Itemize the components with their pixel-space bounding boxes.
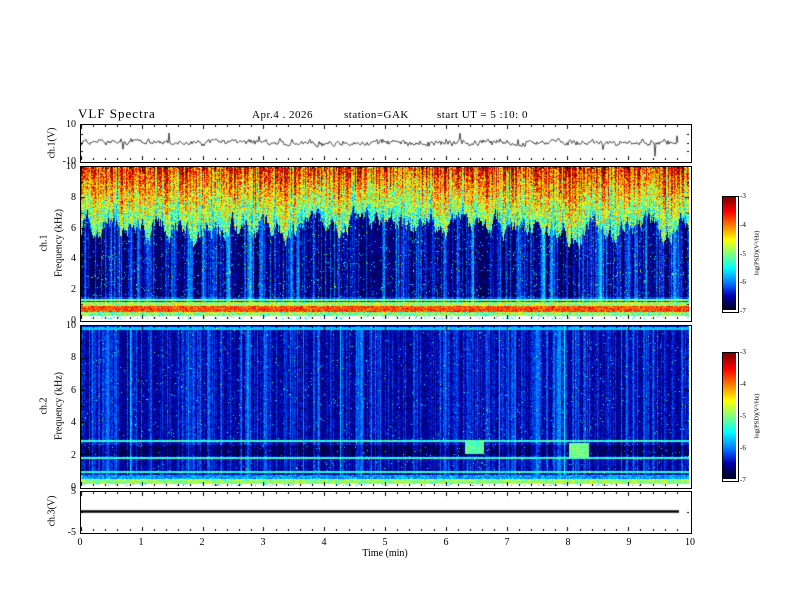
colorbar-ch1	[722, 196, 739, 313]
ch1-waveform-canvas	[81, 125, 689, 160]
colorbar-tick-label: -7	[740, 476, 746, 484]
ch2-spectrogram-ylabel: Frequency (kHz)	[53, 371, 65, 441]
ch1-spectrogram-panel	[80, 166, 692, 322]
header-station: station=GAK	[344, 109, 409, 121]
ch2-spectrogram-y-tick-label: 10	[66, 320, 76, 331]
ch3-waveform-ylabel: ch.3(V)	[46, 495, 58, 527]
x-tick-label: 3	[260, 537, 266, 548]
ch1-waveform-ylabel: ch.1(V)	[46, 127, 58, 159]
ch3-waveform-canvas	[81, 492, 689, 531]
colorbar-ch2	[722, 352, 739, 482]
vlf-spectra-figure: VLF Spectra Apr.4 . 2026 station=GAK sta…	[0, 0, 792, 612]
colorbar-tick-label: -5	[740, 412, 746, 420]
ch1-spectrogram-y-tick-label: 4	[71, 253, 76, 265]
colorbar-tick-label: -3	[740, 348, 746, 356]
ch3-waveform-y-tick-label: -5	[67, 527, 76, 538]
x-tick-label: 10	[685, 537, 695, 548]
header-date: Apr.4 . 2026	[252, 109, 313, 121]
x-tick-label: 1	[138, 537, 144, 548]
x-tick-label: 6	[443, 537, 449, 548]
ch2-spectrogram-y-tick-label: 8	[71, 352, 76, 364]
ch3-waveform-panel	[80, 491, 692, 534]
x-tick-label: 9	[626, 537, 632, 548]
x-axis-label: Time (min)	[362, 548, 408, 559]
ch2-spectrogram-y-tick-label: 6	[71, 384, 76, 396]
colorbar-tick-label: -4	[740, 220, 746, 229]
ch2-spectrogram-channel-label: ch.2	[38, 397, 50, 415]
ch2-spectrogram-y-tick-label: 4	[71, 417, 76, 429]
ch3-waveform-y-tick-label: 5	[71, 486, 76, 497]
colorbar-tick-label: -7	[740, 307, 746, 315]
colorbar-tick-label: -4	[740, 380, 746, 388]
ch1-spectrogram-y-tick-label: 10	[66, 161, 76, 172]
colorbar-ch1-canvas	[723, 197, 736, 310]
ch2-spectrogram-panel	[80, 325, 692, 489]
x-tick-label: 2	[199, 537, 205, 548]
ch1-waveform-y-tick-label: 10	[66, 119, 76, 130]
ch1-spectrogram-canvas	[81, 167, 689, 319]
colorbar-tick-label: -6	[740, 278, 746, 287]
colorbar-tick-label: -6	[740, 444, 746, 452]
page-title: VLF Spectra	[78, 106, 156, 121]
x-tick-label: 0	[77, 537, 83, 548]
ch1-spectrogram-ylabel: Frequency (kHz)	[53, 208, 65, 278]
header-start-ut: start UT = 5 :10: 0	[437, 109, 528, 121]
ch2-spectrogram-y-tick-label: 2	[71, 449, 76, 461]
ch2-spectrogram-canvas	[81, 326, 689, 486]
ch1-spectrogram-y-tick-label: 2	[71, 284, 76, 296]
x-tick-label: 7	[504, 537, 510, 548]
ch1-waveform-panel	[80, 124, 692, 163]
x-tick-label: 4	[321, 537, 327, 548]
x-tick-label: 5	[382, 537, 388, 548]
ch1-spectrogram-y-tick-label: 8	[71, 191, 76, 203]
colorbar-tick-label: -5	[740, 249, 746, 258]
x-tick-label: 8	[565, 537, 571, 548]
ch1-spectrogram-y-tick-label: 6	[71, 222, 76, 234]
colorbar-ch2-canvas	[723, 353, 736, 479]
ch1-spectrogram-channel-label: ch.1	[38, 234, 50, 252]
colorbar-tick-label: -3	[740, 192, 746, 200]
